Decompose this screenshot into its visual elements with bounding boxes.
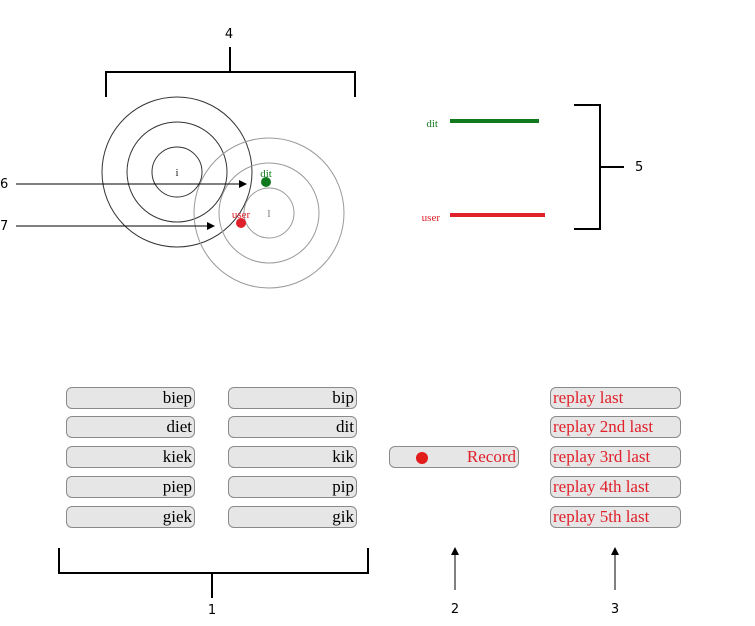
word-button-giek[interactable]: giek xyxy=(66,506,195,528)
word-button-dit[interactable]: dit xyxy=(228,416,357,438)
word-button-gik[interactable]: gik xyxy=(228,506,357,528)
callout-4: 4 xyxy=(225,27,233,42)
bracket-1 xyxy=(58,548,369,598)
replay-5th-last-button[interactable]: replay 5th last xyxy=(550,506,681,528)
dit-marker-label: dit xyxy=(260,168,272,180)
word-button-pip[interactable]: pip xyxy=(228,476,357,498)
bracket-5 xyxy=(574,104,624,230)
callout-2: 2 xyxy=(451,602,459,617)
replay-4th-last-button[interactable]: replay 4th last xyxy=(550,476,681,498)
callout-1: 1 xyxy=(208,603,216,618)
word-button-bip[interactable]: bip xyxy=(228,387,357,409)
callout-5: 5 xyxy=(635,160,643,175)
diagram-canvas: 4 i I dit user 6 7 dit user 5 1 2 3 xyxy=(0,27,643,618)
word-button-biep[interactable]: biep xyxy=(66,387,195,409)
legend-dit-label: dit xyxy=(426,118,438,130)
other-vowel-label: I xyxy=(267,208,271,220)
word-button-kik[interactable]: kik xyxy=(228,446,357,468)
word-button-kiek[interactable]: kiek xyxy=(66,446,195,468)
word-button-piep[interactable]: piep xyxy=(66,476,195,498)
legend-user-label: user xyxy=(422,212,441,224)
target-vowel-label: i xyxy=(175,167,178,179)
bracket-4 xyxy=(105,47,356,97)
callout-7: 7 xyxy=(0,219,8,234)
annotated-interface-diagram: 4 i I dit user 6 7 dit user 5 1 2 3 biep… xyxy=(0,0,755,626)
record-dot-icon xyxy=(416,452,428,464)
word-button-diet[interactable]: diet xyxy=(66,416,195,438)
user-marker-label: user xyxy=(232,209,251,221)
callout-3: 3 xyxy=(611,602,619,617)
replay-3rd-last-button[interactable]: replay 3rd last xyxy=(550,446,681,468)
record-button-label: Record xyxy=(466,447,516,466)
replay-last-button[interactable]: replay last xyxy=(550,387,681,409)
record-button[interactable]: Record xyxy=(389,446,519,468)
callout-6: 6 xyxy=(0,177,8,192)
replay-2nd-last-button[interactable]: replay 2nd last xyxy=(550,416,681,438)
